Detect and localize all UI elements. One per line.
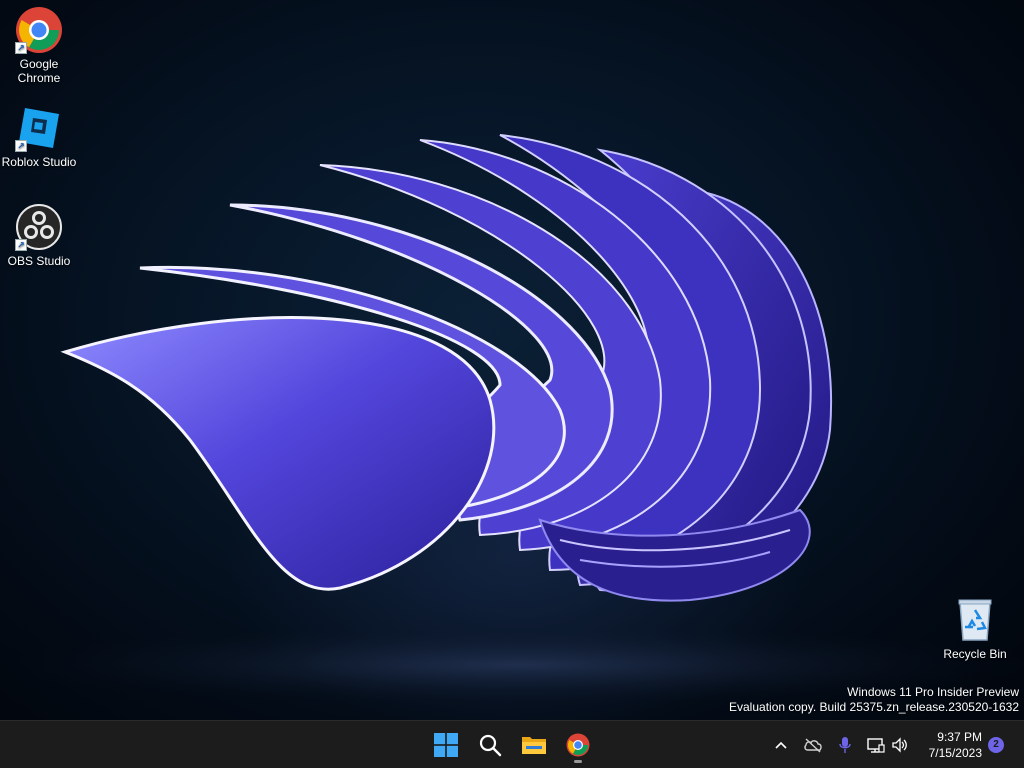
desktop-icon-label: OBS Studio: [7, 254, 71, 268]
desktop-icon-obs-studio[interactable]: ↗ OBS Studio: [1, 203, 77, 268]
wallpaper-bloom: [0, 134, 1024, 705]
obs-studio-icon: ↗: [15, 203, 63, 251]
clock-button[interactable]: 9:37 PM 7/15/2023: [929, 729, 982, 761]
shortcut-arrow-icon: ↗: [15, 140, 27, 152]
network-tray-button[interactable]: [864, 733, 888, 757]
notification-center-button[interactable]: 2: [984, 733, 1008, 757]
file-explorer-button[interactable]: [514, 725, 554, 765]
volume-icon: [892, 737, 907, 753]
search-icon: [479, 734, 502, 757]
evaluation-watermark: Windows 11 Pro Insider Preview Evaluatio…: [729, 685, 1019, 715]
show-hidden-icons-button[interactable]: [769, 733, 793, 757]
desktop[interactable]: ↗ Google Chrome ↗ Roblox Studio ↗ OBS St…: [0, 0, 1024, 720]
microphone-icon: [839, 737, 851, 753]
desktop-icon-label: Roblox Studio: [1, 155, 77, 169]
onedrive-offline-icon: [804, 738, 822, 753]
shortcut-arrow-icon: ↗: [15, 239, 27, 251]
file-explorer-icon: [522, 737, 546, 754]
desktop-icon-google-chrome[interactable]: ↗ Google Chrome: [1, 6, 77, 85]
chrome-taskbar-button[interactable]: [558, 725, 598, 765]
start-button[interactable]: [426, 725, 466, 765]
microphone-in-use-button[interactable]: [833, 733, 857, 757]
watermark-line-edition: Windows 11 Pro Insider Preview: [847, 685, 1019, 699]
watermark-line-build: Evaluation copy. Build 25375.zn_release.…: [729, 700, 1019, 714]
chrome-icon: [566, 733, 590, 757]
windows-start-icon: [434, 733, 458, 757]
running-indicator: [574, 760, 582, 763]
notification-icon: 2: [988, 737, 1004, 753]
clock-time: 9:37 PM: [937, 730, 982, 744]
search-button[interactable]: [470, 725, 510, 765]
recycle-bin-icon: [951, 596, 999, 644]
clock-date: 7/15/2023: [928, 746, 982, 760]
volume-tray-button[interactable]: [888, 733, 912, 757]
desktop-icon-label: Recycle Bin: [943, 647, 1007, 661]
desktop-icon-recycle-bin[interactable]: Recycle Bin: [937, 596, 1013, 661]
network-icon: [867, 738, 885, 753]
chevron-up-icon: [775, 741, 787, 749]
desktop-icon-roblox-studio[interactable]: ↗ Roblox Studio: [1, 104, 77, 169]
onedrive-tray-button[interactable]: [801, 733, 825, 757]
shortcut-arrow-icon: ↗: [15, 42, 27, 54]
taskbar: 9:37 PM 7/15/2023 2: [0, 720, 1024, 768]
desktop-icon-label: Google Chrome: [17, 57, 61, 85]
roblox-studio-icon: ↗: [15, 104, 63, 152]
chrome-icon: ↗: [15, 6, 63, 54]
